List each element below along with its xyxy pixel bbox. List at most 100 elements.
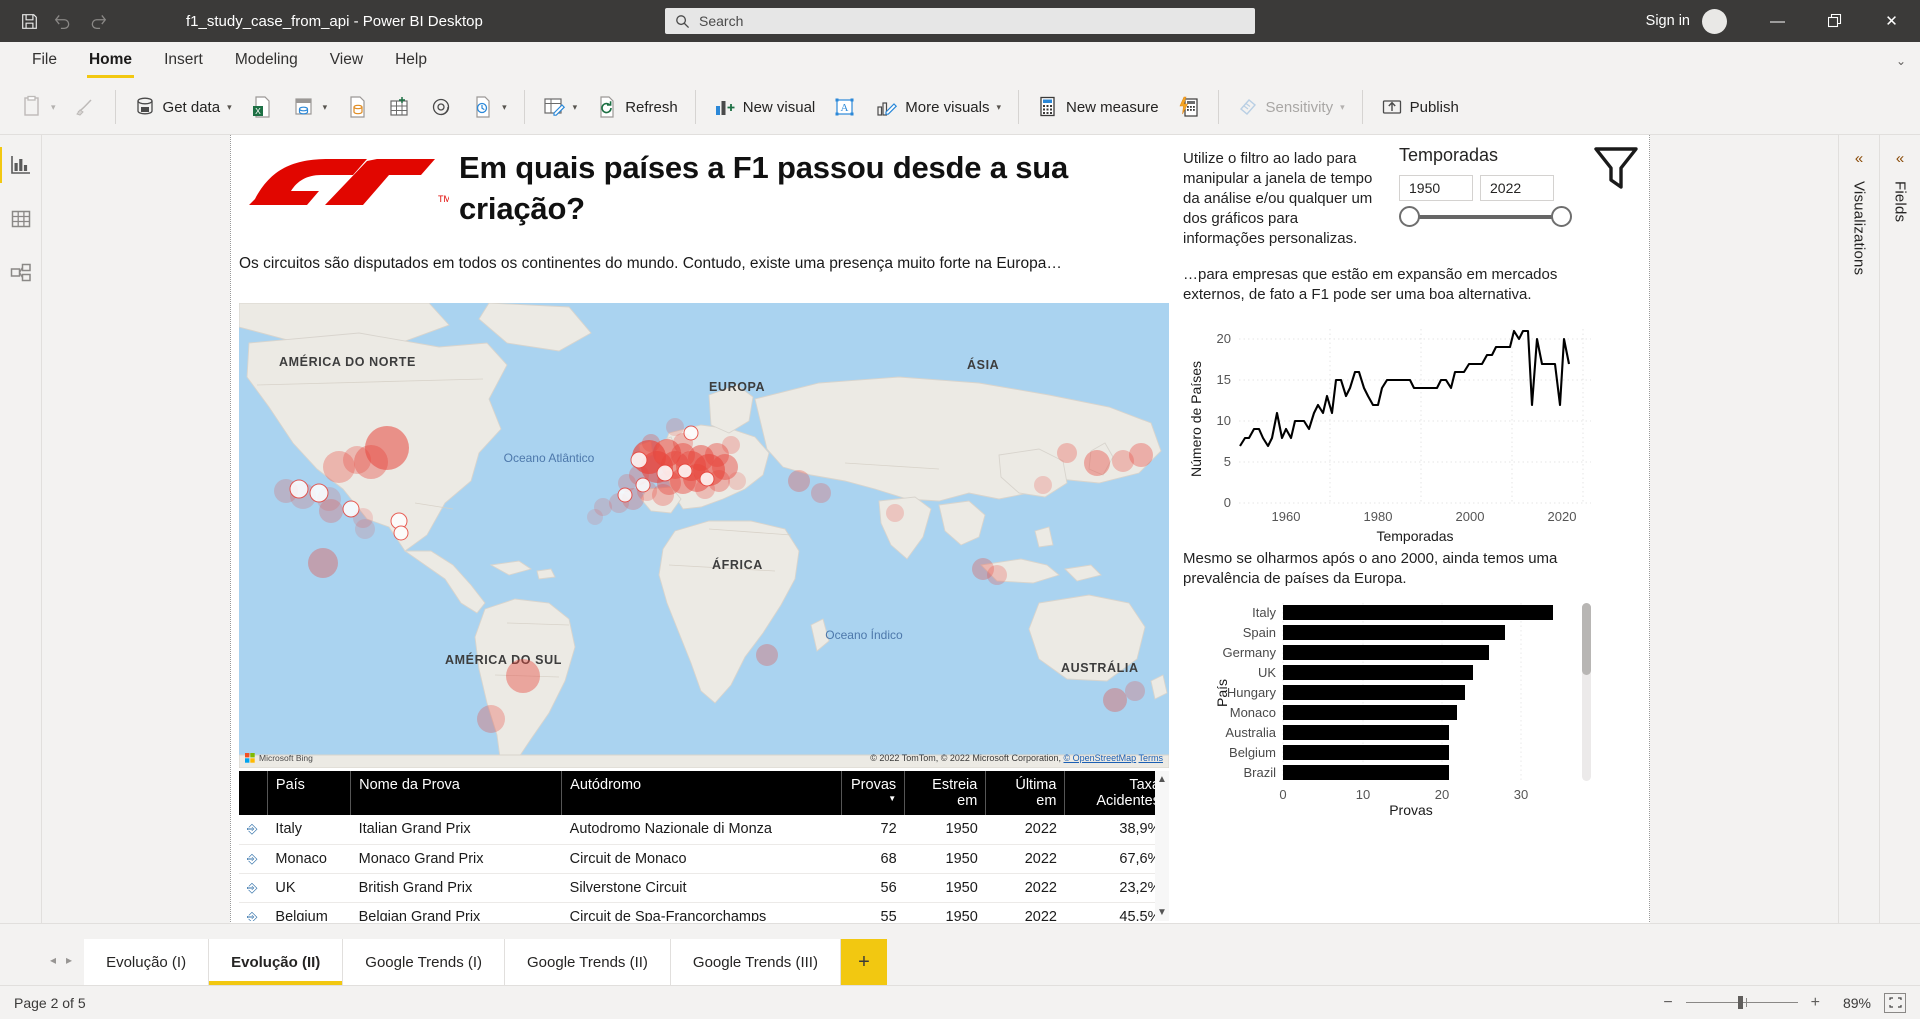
format-painter-button[interactable] — [66, 86, 106, 128]
table-header-provas[interactable]: Provas ▼ — [841, 771, 906, 815]
page-tab-google-trends-iii[interactable]: Google Trends (III) — [670, 939, 841, 985]
page-tab-google-trends-i[interactable]: Google Trends (I) — [343, 939, 506, 985]
refresh-button[interactable]: Refresh — [587, 86, 686, 128]
recent-sources-button[interactable]: ▾ — [463, 86, 515, 128]
fields-panel-collapsed[interactable]: « Fields — [1879, 135, 1920, 923]
svg-text:30: 30 — [1514, 787, 1528, 802]
refresh-label: Refresh — [625, 98, 678, 116]
sql-server-button[interactable] — [337, 86, 377, 128]
text-box-button[interactable]: A — [825, 86, 865, 128]
slicer-min-handle[interactable] — [1399, 206, 1420, 227]
report-view-button[interactable] — [0, 147, 40, 183]
menu-home[interactable]: Home — [75, 43, 146, 79]
enter-data-icon — [390, 97, 408, 116]
table-header-estreia[interactable]: Estreia em — [904, 771, 987, 815]
sensitivity-icon — [1239, 99, 1256, 115]
avatar[interactable] — [1702, 8, 1727, 34]
restore-button[interactable] — [1806, 0, 1863, 42]
slicer-max-handle[interactable] — [1551, 206, 1572, 227]
transform-data-button[interactable]: ▾ — [534, 86, 586, 128]
menu-modeling[interactable]: Modeling — [221, 43, 312, 79]
minimize-button[interactable]: — — [1749, 0, 1806, 42]
line-chart-visual[interactable]: 0 5 10 15 20 1960 1980 2000 2020 Tempora… — [1183, 315, 1603, 545]
expand-chevron-icon[interactable]: « — [1896, 150, 1904, 167]
dataverse-button[interactable] — [421, 86, 461, 128]
row-expand-icon[interactable]: ⎆ — [239, 844, 268, 874]
table-header-ultima[interactable]: Última em — [985, 771, 1066, 815]
zoom-in-button[interactable]: + — [1811, 994, 1820, 1012]
data-view-button[interactable] — [2, 201, 40, 237]
bar-chart-svg: Italy Spain Germany UK Hungary Monaco Au… — [1214, 603, 1553, 818]
close-button[interactable]: ✕ — [1863, 0, 1920, 42]
more-visuals-button[interactable]: More visuals ▾ — [867, 86, 1009, 128]
row-expand-icon[interactable]: ⎆ — [239, 902, 268, 921]
page-tab-evolucao-ii[interactable]: Evolução (II) — [209, 939, 344, 985]
redo-icon[interactable] — [82, 7, 112, 35]
excel-source-button[interactable]: X — [242, 86, 282, 128]
expand-chevron-icon[interactable]: « — [1855, 150, 1863, 167]
circuits-table-visual[interactable]: País Nome da Prova Autódromo Provas ▼ Es… — [239, 771, 1169, 921]
svg-text:20: 20 — [1217, 331, 1231, 346]
scrollbar-thumb[interactable] — [1582, 603, 1591, 675]
fit-to-page-icon[interactable] — [1884, 992, 1906, 1013]
sensitivity-button[interactable]: Sensitivity ▾ — [1228, 86, 1353, 128]
table-scrollbar[interactable]: ▲ ▼ — [1155, 771, 1169, 921]
save-icon[interactable] — [14, 7, 44, 35]
scroll-down-icon[interactable]: ▼ — [1157, 907, 1167, 918]
slicer-slider-track[interactable] — [1411, 215, 1559, 219]
table-row[interactable]: ⎆ UK British Grand Prix Silverstone Circ… — [239, 873, 1169, 903]
bar-chart-note: Mesmo se olharmos após o ano 2000, ainda… — [1183, 550, 1558, 587]
page-tab-google-trends-ii[interactable]: Google Trends (II) — [505, 939, 671, 985]
funnel-icon[interactable] — [1593, 145, 1639, 193]
get-data-button[interactable]: Get data ▾ — [125, 86, 240, 128]
new-visual-button[interactable]: New visual — [705, 86, 824, 128]
quick-measure-button[interactable] — [1169, 86, 1209, 128]
zoom-slider-thumb[interactable] — [1737, 996, 1743, 1009]
slicer-min-input[interactable]: 1950 — [1399, 175, 1473, 201]
cell-prova: British Grand Prix — [350, 873, 562, 903]
table-header-pais[interactable]: País — [267, 771, 352, 815]
row-expand-icon[interactable]: ⎆ — [239, 873, 268, 903]
visualizations-panel-collapsed[interactable]: « Visualizations — [1838, 135, 1879, 923]
undo-icon[interactable] — [48, 7, 78, 35]
sign-in-button[interactable]: Sign in — [1646, 13, 1690, 29]
zoom-slider[interactable] — [1685, 996, 1798, 1009]
add-page-button[interactable]: + — [840, 939, 887, 985]
cell-provas: 55 — [841, 902, 905, 921]
page-prev-button[interactable]: ◂ — [46, 953, 60, 967]
svg-text:2020: 2020 — [1548, 509, 1577, 524]
row-expand-icon[interactable]: ⎆ — [239, 815, 268, 845]
map-visual[interactable]: AMÉRICA DO NORTE EUROPA ÁSIA ÁFRICA AMÉR… — [239, 303, 1169, 768]
datahub-button[interactable]: ▾ — [284, 86, 336, 128]
zoom-out-button[interactable]: − — [1663, 994, 1672, 1012]
model-view-button[interactable] — [2, 255, 40, 291]
table-row[interactable]: ⎆ Belgium Belgian Grand Prix Circuit de … — [239, 902, 1169, 921]
scroll-up-icon[interactable]: ▲ — [1157, 774, 1167, 785]
bar-chart-scrollbar[interactable] — [1582, 603, 1591, 781]
zoom-slider-tick — [1745, 998, 1747, 1007]
table-header-taxa[interactable]: Taxa Acidentes — [1064, 771, 1169, 815]
search-box[interactable]: Search — [665, 8, 1255, 34]
new-visual-icon — [715, 101, 735, 115]
page-tab-evolucao-i[interactable]: Evolução (I) — [84, 939, 210, 985]
page-next-button[interactable]: ▸ — [62, 953, 76, 967]
collapse-ribbon-icon[interactable]: ⌄ — [1896, 54, 1906, 68]
paste-button[interactable]: ▾ — [12, 86, 64, 128]
enter-data-button[interactable] — [379, 86, 419, 128]
menu-view[interactable]: View — [316, 43, 377, 79]
table-row[interactable]: ⎆ Monaco Monaco Grand Prix Circuit de Mo… — [239, 844, 1169, 874]
bar-chart-visual[interactable]: Italy Spain Germany UK Hungary Monaco Au… — [1183, 597, 1603, 818]
menu-file[interactable]: File — [18, 43, 71, 79]
slicer-max-input[interactable]: 2022 — [1480, 175, 1554, 201]
table-header-autodromo[interactable]: Autódromo — [561, 771, 843, 815]
table-header-blank — [239, 771, 268, 815]
menu-insert[interactable]: Insert — [150, 43, 217, 79]
terms-link[interactable]: Terms — [1139, 753, 1164, 763]
openstreetmap-link[interactable]: © OpenStreetMap — [1063, 753, 1136, 763]
table-row[interactable]: ⎆ Italy Italian Grand Prix Autodromo Naz… — [239, 815, 1169, 845]
new-measure-button[interactable]: New measure — [1028, 86, 1167, 128]
table-header-prova[interactable]: Nome da Prova — [350, 771, 563, 815]
title-bar: f1_study_case_from_api - Power BI Deskto… — [0, 0, 1920, 42]
publish-button[interactable]: Publish — [1372, 86, 1467, 128]
menu-help[interactable]: Help — [381, 43, 441, 79]
